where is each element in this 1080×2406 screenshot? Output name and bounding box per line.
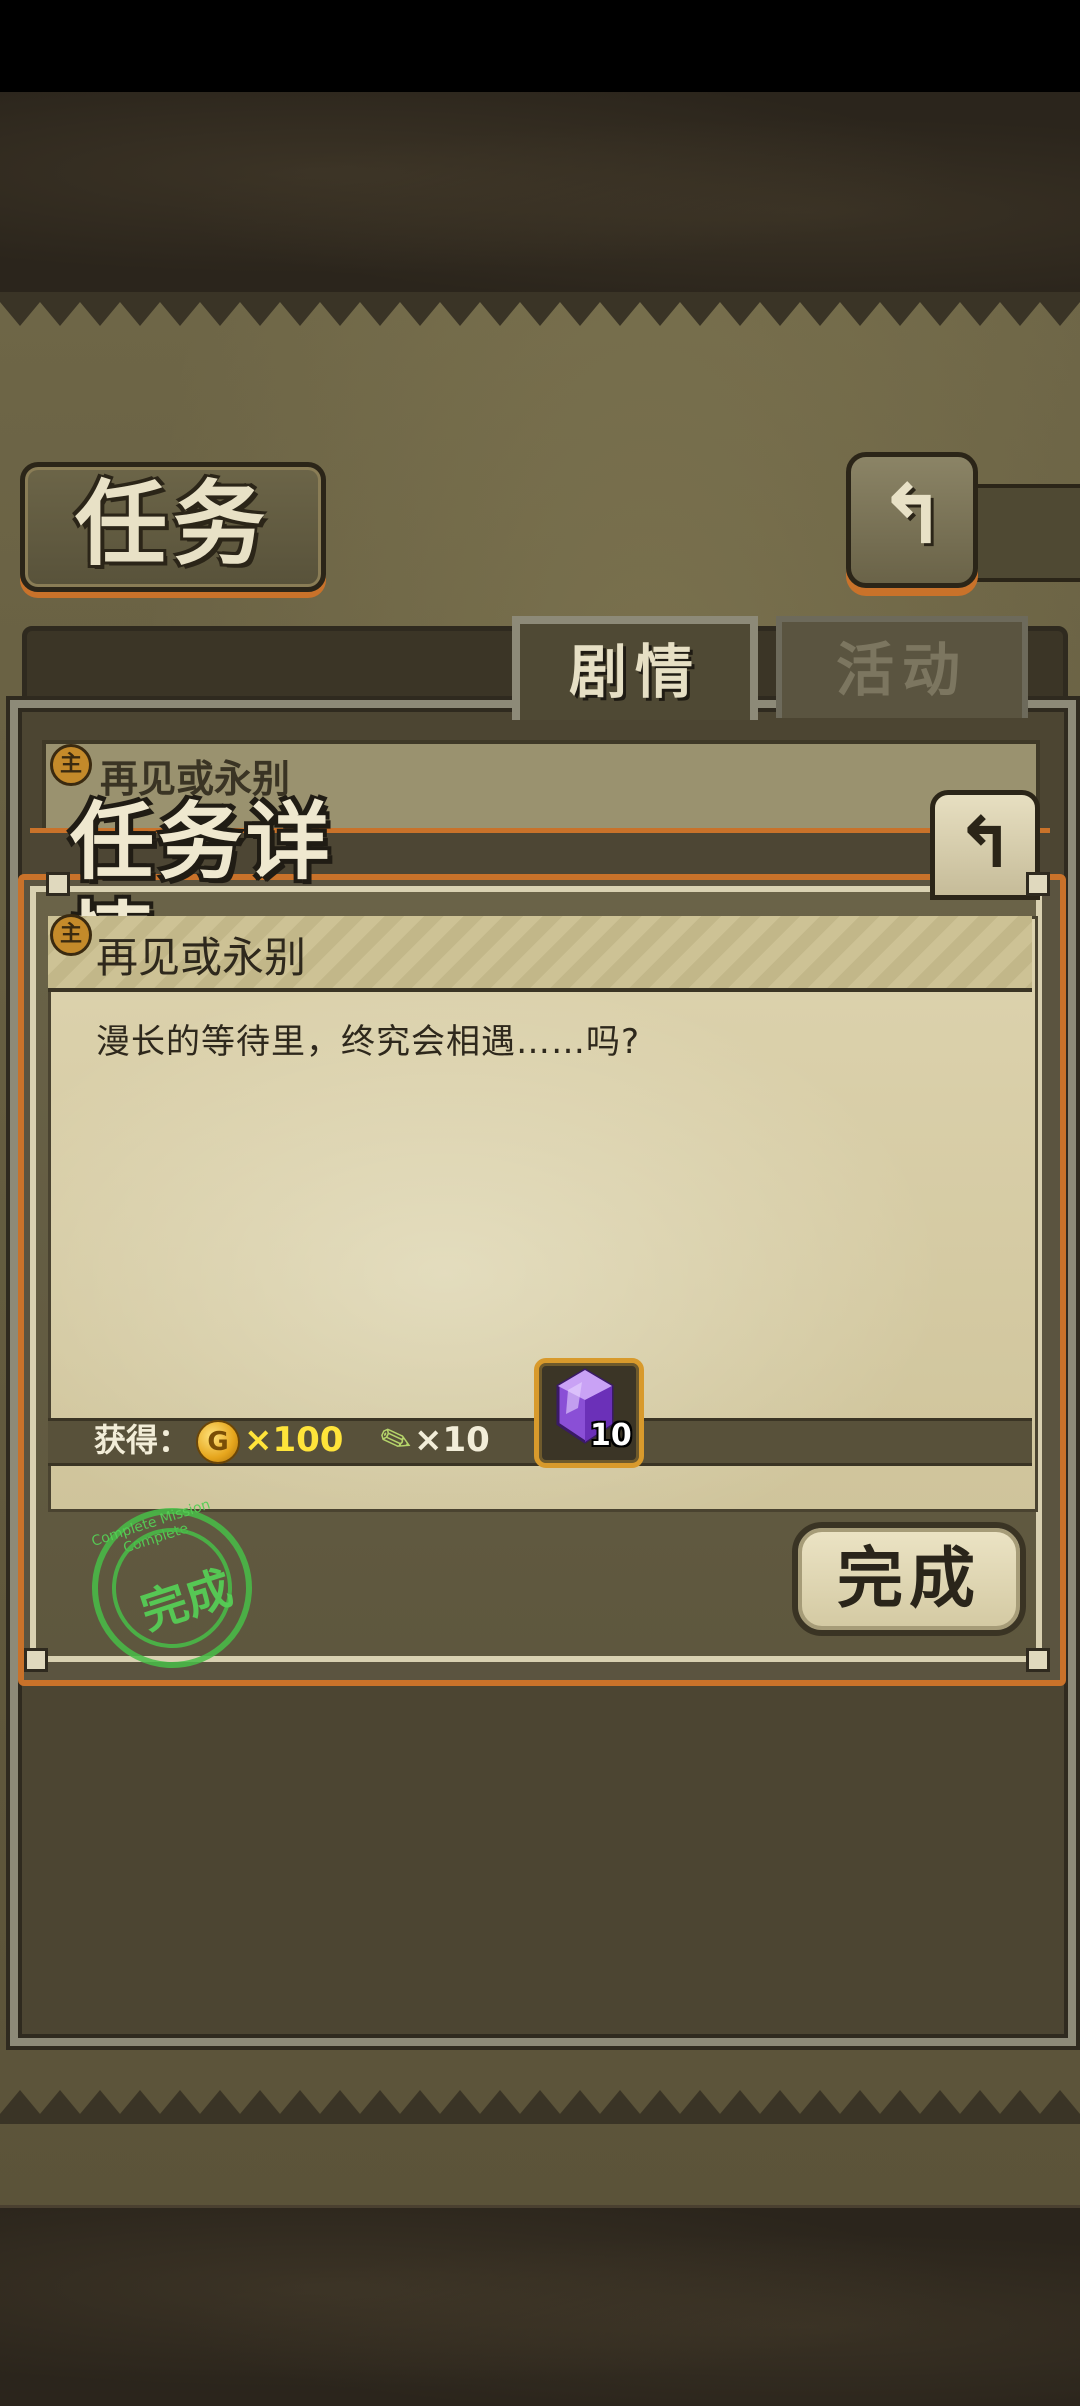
frame-corner xyxy=(46,872,70,896)
dialog-back-button[interactable]: ↰ xyxy=(930,790,1040,900)
gold-coin-icon: G xyxy=(196,1420,240,1464)
frame-corner xyxy=(24,1648,48,1672)
complete-button[interactable]: 完成 xyxy=(792,1522,1026,1636)
feather-reward-qty: ×10 xyxy=(414,1420,490,1460)
frame-corner xyxy=(1026,872,1050,896)
main-quest-badge-icon: 主 xyxy=(50,914,92,956)
frame-corner xyxy=(1026,1648,1050,1672)
coin-reward-qty: ×100 xyxy=(244,1420,344,1460)
stamp-text: 完成 xyxy=(134,1560,239,1641)
map-background-top xyxy=(0,92,1080,295)
return-arrow-icon: ↰ xyxy=(877,468,947,563)
reward-label: 获得： xyxy=(94,1421,191,1459)
page-title: 任务 xyxy=(20,462,326,592)
dialog-title: 任务详情 xyxy=(70,792,335,991)
quest-name: 再见或永别 xyxy=(96,933,307,982)
tab-event[interactable]: 活动 xyxy=(776,616,1028,718)
tab-story[interactable]: 剧情 xyxy=(512,616,758,720)
status-bar-area xyxy=(0,0,1080,92)
return-arrow-icon: ↰ xyxy=(955,802,1015,884)
zigzag-border-bottom xyxy=(0,2090,1080,2124)
zigzag-border-top xyxy=(0,292,1080,326)
main-quest-badge-icon: 主 xyxy=(50,744,92,786)
quest-description: 漫长的等待里，终究会相遇……吗? xyxy=(96,1022,641,1062)
back-button[interactable]: ↰ xyxy=(846,452,978,588)
map-background-bottom xyxy=(0,2205,1080,2406)
gem-reward-qty: 10 xyxy=(590,1418,632,1453)
